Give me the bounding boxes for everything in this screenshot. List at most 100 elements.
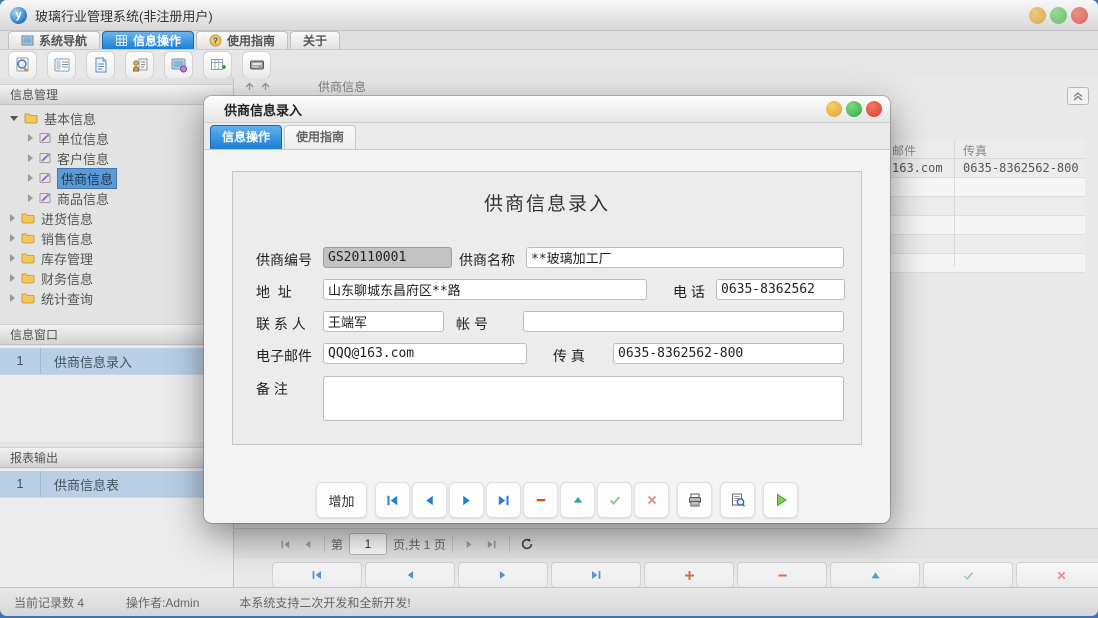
window-controls [1029, 7, 1088, 24]
maximize-button[interactable] [1050, 7, 1067, 24]
refresh-button[interactable] [516, 533, 538, 555]
execute-button[interactable] [763, 482, 798, 518]
table-add-button[interactable] [203, 51, 232, 79]
wizard-icon [39, 152, 51, 164]
list-item-number: 1 [0, 348, 41, 374]
wizard-icon [39, 132, 51, 144]
tree-item-basic-info[interactable]: 基本信息 [0, 108, 233, 128]
form-view-button[interactable] [47, 51, 76, 79]
post-record-button[interactable] [923, 562, 1013, 588]
person-report-button[interactable] [125, 51, 154, 79]
tree-item-statistics[interactable]: 统计查询 [0, 288, 233, 308]
tree-item-supplier-info[interactable]: 供商信息 [0, 168, 233, 188]
dialog-tab-info-ops[interactable]: 信息操作 [210, 125, 282, 149]
first-page-button[interactable] [274, 533, 296, 555]
status-bar: 当前记录数 4 操作者:Admin 本系统支持二次开发和全新开发! [0, 587, 1098, 616]
last-page-button[interactable] [481, 533, 503, 555]
tab-system-nav[interactable]: 系统导航 [8, 31, 100, 49]
prev-record-button[interactable] [365, 562, 455, 588]
panel-collapse-button[interactable] [1067, 87, 1089, 105]
dialog-minimize-button[interactable] [826, 101, 842, 117]
tree-item-label-selected: 供商信息 [57, 168, 117, 189]
tab-guide[interactable]: ? 使用指南 [196, 31, 288, 49]
print-button[interactable] [677, 482, 712, 518]
first-record-button[interactable] [272, 562, 362, 588]
sidebar-section-info-management[interactable]: 信息管理 [0, 84, 233, 105]
tree-item-purchase-info[interactable]: 进货信息 [0, 208, 233, 228]
folder-icon [21, 292, 35, 304]
monitor-view-button[interactable] [164, 51, 193, 79]
first-record-button[interactable] [375, 482, 410, 518]
expander-right-icon[interactable] [10, 214, 15, 222]
account-field[interactable] [523, 311, 844, 332]
prev-page-button[interactable] [296, 533, 318, 555]
add-button[interactable]: 增加 [316, 482, 367, 518]
expander-right-icon[interactable] [28, 154, 33, 162]
sidebar: 信息管理 基本信息 单位信息 客户信息 [0, 78, 234, 588]
list-item-supplier-report[interactable]: 1 供商信息表 [0, 471, 233, 498]
supplier-code-field[interactable] [323, 247, 452, 268]
search-document-button[interactable] [8, 51, 37, 79]
last-record-button[interactable] [486, 482, 521, 518]
delete-record-button[interactable] [737, 562, 827, 588]
next-record-button[interactable] [449, 482, 484, 518]
expander-down-icon[interactable] [10, 116, 18, 121]
tree-item-sales-info[interactable]: 销售信息 [0, 228, 233, 248]
remark-field[interactable] [323, 376, 844, 421]
dialog-maximize-button[interactable] [846, 101, 862, 117]
tab-info-ops[interactable]: 信息操作 [102, 31, 194, 49]
sidebar-section-report-output[interactable]: 报表输出 [0, 447, 233, 468]
last-record-button[interactable] [551, 562, 641, 588]
tab-about[interactable]: 关于 [290, 31, 340, 49]
next-record-button[interactable] [458, 562, 548, 588]
dialog-toolbar: 增加 [316, 482, 798, 518]
contact-field[interactable] [323, 311, 444, 332]
expander-right-icon[interactable] [28, 194, 33, 202]
cancel-record-button[interactable] [634, 482, 669, 518]
preview-button[interactable] [720, 482, 755, 518]
prev-record-button[interactable] [412, 482, 447, 518]
dialog-close-button[interactable] [866, 101, 882, 117]
close-button[interactable] [1071, 7, 1088, 24]
expander-right-icon[interactable] [10, 274, 15, 282]
tree-item-label: 销售信息 [41, 229, 93, 248]
expander-right-icon[interactable] [10, 234, 15, 242]
add-record-button[interactable] [644, 562, 734, 588]
minimize-button[interactable] [1029, 7, 1046, 24]
tree-item-inventory[interactable]: 库存管理 [0, 248, 233, 268]
edit-record-button[interactable] [560, 482, 595, 518]
page-number-input[interactable] [349, 533, 387, 555]
card-device-button[interactable] [242, 51, 271, 79]
document-button[interactable] [86, 51, 115, 79]
divider [324, 535, 325, 553]
cell-fax: 0635-8362562-800 [963, 161, 1079, 175]
tree-item-customer-info[interactable]: 客户信息 [0, 148, 233, 168]
edit-record-button[interactable] [830, 562, 920, 588]
column-header-email[interactable]: 邮件 [892, 142, 916, 159]
tree-item-unit-info[interactable]: 单位信息 [0, 128, 233, 148]
app-window: y 玻璃行业管理系统(非注册用户) 系统导航 信息操作 ? 使用指南 [0, 0, 1098, 616]
expander-right-icon[interactable] [10, 254, 15, 262]
tree-item-product-info[interactable]: 商品信息 [0, 188, 233, 208]
panel-arrow-icon[interactable] [244, 81, 255, 92]
list-item-supplier-entry[interactable]: 1 供商信息录入 [0, 348, 233, 375]
panel-arrow-icon[interactable] [260, 81, 271, 92]
email-field[interactable] [323, 343, 527, 364]
card-device-icon [248, 56, 266, 74]
fax-field[interactable] [613, 343, 844, 364]
dialog-tab-guide[interactable]: 使用指南 [284, 125, 356, 149]
post-record-button[interactable] [597, 482, 632, 518]
phone-field[interactable] [716, 279, 845, 300]
tree-item-label: 库存管理 [41, 249, 93, 268]
delete-record-button[interactable] [523, 482, 558, 518]
tree-item-finance-info[interactable]: 财务信息 [0, 268, 233, 288]
expander-right-icon[interactable] [10, 294, 15, 302]
cancel-record-button[interactable] [1016, 562, 1098, 588]
supplier-name-field[interactable] [526, 247, 844, 268]
address-field[interactable] [323, 279, 647, 300]
expander-right-icon[interactable] [28, 174, 33, 182]
next-page-button[interactable] [459, 533, 481, 555]
column-header-fax[interactable]: 传真 [963, 142, 987, 159]
expander-right-icon[interactable] [28, 134, 33, 142]
sidebar-section-info-window[interactable]: 信息窗口 [0, 324, 233, 345]
